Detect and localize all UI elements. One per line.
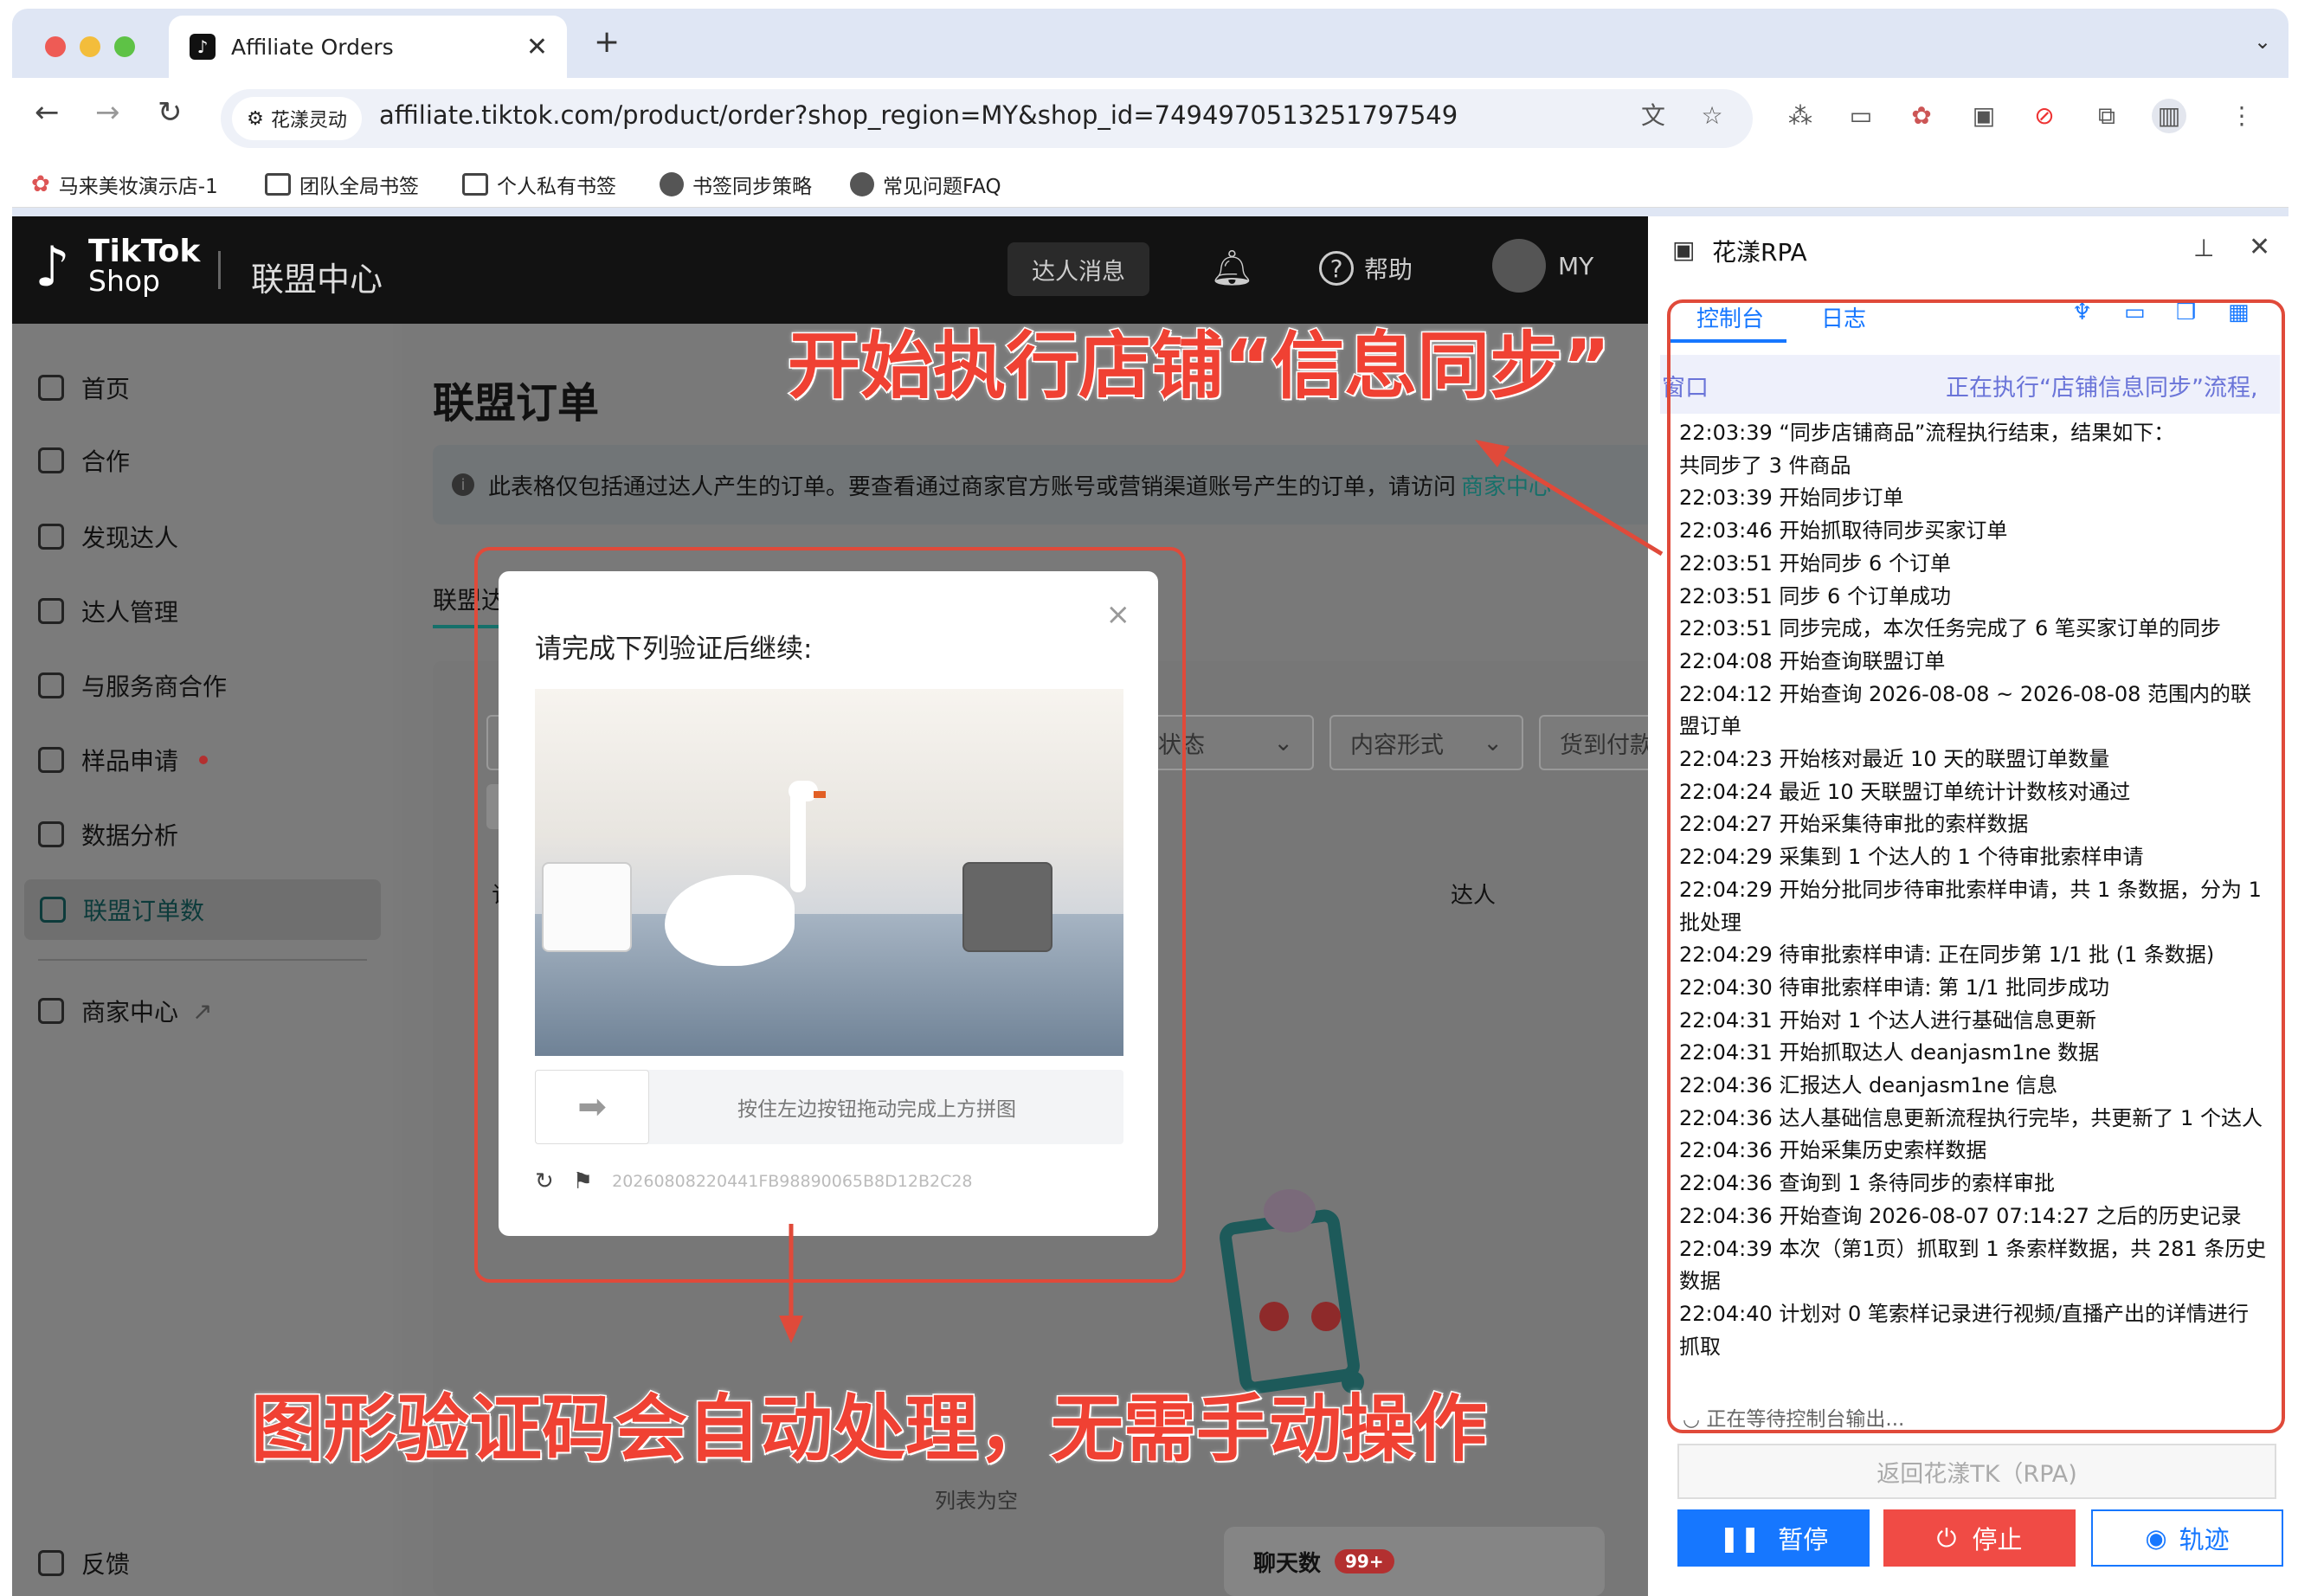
annotation-bottom: 图形验证码会自动处理，无需手动操作: [249, 1386, 1488, 1473]
annotation-top: 开始执行店铺“信息同步”: [786, 323, 1611, 410]
screenshot-root: ♪ Affiliate Orders ✕ + ⌄ ← → ↻ ⚙ 花漾灵动 aff…: [0, 0, 2311, 1596]
arrow-head-top: [1475, 440, 1510, 467]
arrow-head-bottom: [779, 1316, 803, 1343]
annotation-arrows: [779, 440, 1664, 1343]
arrow-line-top: [1489, 447, 1664, 557]
